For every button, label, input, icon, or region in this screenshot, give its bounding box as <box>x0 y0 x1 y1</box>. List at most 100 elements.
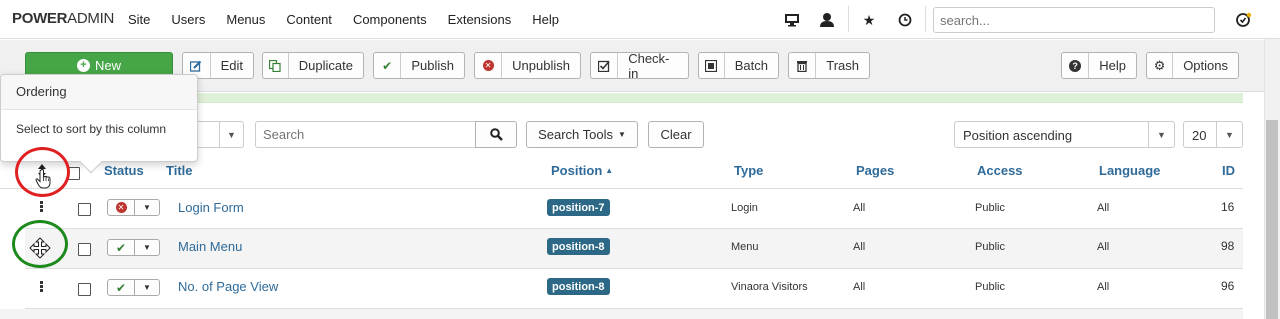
sort-asc-icon: ▲ <box>605 166 614 175</box>
brand-bold: POWER <box>12 10 68 27</box>
main-menu: Site Users Menus Content Components Exte… <box>128 12 580 27</box>
header-status[interactable]: Status <box>104 163 144 178</box>
unpublished-icon[interactable]: ✕ <box>108 200 135 215</box>
search-button[interactable] <box>475 121 517 148</box>
header-access[interactable]: Access <box>977 163 1023 178</box>
top-navbar: POWERADMIN Site Users Menus Content Comp… <box>0 0 1280 39</box>
clear-button[interactable]: Clear <box>648 121 704 148</box>
brand-thin: ADMIN <box>67 10 115 27</box>
tooltip-body: Select to sort by this column <box>16 122 167 136</box>
annotation-circle-red <box>15 147 70 197</box>
brand-logo[interactable]: POWERADMIN <box>12 10 114 27</box>
table-row: ✔ ▼ Main Menu position-8 Menu All Public… <box>25 229 1243 269</box>
published-icon[interactable]: ✔ <box>108 240 135 255</box>
sort-order-value: Position ascending <box>963 128 1073 143</box>
duplicate-button[interactable]: Duplicate <box>262 52 364 79</box>
caret-down-icon[interactable]: ▼ <box>135 240 159 255</box>
menu-item-content[interactable]: Content <box>286 12 332 27</box>
trash-button-label: Trash <box>826 58 859 73</box>
menu-item-users[interactable]: Users <box>171 12 205 27</box>
header-position[interactable]: Position ▲ <box>551 163 613 178</box>
options-button-label: Options <box>1183 58 1228 73</box>
clear-button-label: Clear <box>660 127 692 142</box>
unpublish-button-label: Unpublish <box>512 58 570 73</box>
check-in-button[interactable]: Check-in <box>590 51 689 81</box>
menu-item-menus[interactable]: Menus <box>226 12 265 27</box>
unpublish-button[interactable]: ✕ Unpublish <box>474 52 581 79</box>
caret-down-icon: ▼ <box>1216 122 1242 147</box>
type-cell: Vinaora Visitors <box>731 281 808 293</box>
checkbox-icon <box>591 53 619 78</box>
access-cell: Public <box>975 202 1005 214</box>
menu-item-help[interactable]: Help <box>532 12 559 27</box>
row-checkbox[interactable] <box>78 243 91 256</box>
help-button[interactable]: ? Help <box>1061 52 1137 79</box>
publish-button[interactable]: ✔ Publish <box>373 52 465 79</box>
id-cell: 96 <box>1221 279 1235 293</box>
check-icon: ✔ <box>374 53 402 78</box>
type-cell: Login <box>731 202 758 214</box>
menu-item-site[interactable]: Site <box>128 12 150 27</box>
search-tools-label: Search Tools <box>538 127 613 142</box>
row-checkbox[interactable] <box>78 283 91 296</box>
page-scrollbar-thumb[interactable] <box>1266 120 1278 319</box>
row-checkbox[interactable] <box>78 203 91 216</box>
star-icon[interactable]: ★ <box>859 10 879 30</box>
id-cell: 98 <box>1221 239 1235 253</box>
caret-down-icon: ▼ <box>618 130 626 139</box>
caret-down-icon: ▼ <box>1148 122 1174 147</box>
clock-icon[interactable] <box>895 10 915 30</box>
header-pages[interactable]: Pages <box>856 163 894 178</box>
search-tools-button[interactable]: Search Tools ▼ <box>526 121 638 148</box>
header-position-label: Position <box>551 163 603 178</box>
status-toggle[interactable]: ✕ ▼ <box>107 199 160 216</box>
access-cell: Public <box>975 241 1005 253</box>
table-row-partial <box>0 309 1243 319</box>
language-cell: All <box>1097 281 1110 293</box>
user-icon[interactable] <box>817 10 837 30</box>
position-badge: position-8 <box>547 278 610 295</box>
table-row: ✔ ▼ No. of Page View position-8 Vinaora … <box>25 269 1243 309</box>
edit-button-label: Edit <box>220 58 243 73</box>
module-title-link[interactable]: Main Menu <box>178 239 242 254</box>
language-cell: All <box>1097 241 1110 253</box>
help-button-label: Help <box>1099 58 1126 73</box>
tooltip-title: Ordering <box>1 75 197 110</box>
notification-icon[interactable] <box>1234 10 1254 30</box>
list-limit-select[interactable]: 20 ▼ <box>1183 121 1243 148</box>
published-icon[interactable]: ✔ <box>108 280 135 295</box>
header-type[interactable]: Type <box>734 163 763 178</box>
batch-button[interactable]: Batch <box>698 52 779 79</box>
menu-item-components[interactable]: Components <box>353 12 427 27</box>
module-title-link[interactable]: Login Form <box>178 200 244 215</box>
status-toggle[interactable]: ✔ ▼ <box>107 279 160 296</box>
trash-button[interactable]: Trash <box>788 52 870 79</box>
header-language[interactable]: Language <box>1099 163 1160 178</box>
header-title[interactable]: Title <box>166 163 193 178</box>
sort-order-select[interactable]: Position ascending ▼ <box>954 121 1175 148</box>
options-button[interactable]: ⚙ Options <box>1146 52 1239 79</box>
language-cell: All <box>1097 202 1110 214</box>
system-message-bar <box>190 93 1243 103</box>
publish-button-label: Publish <box>411 58 454 73</box>
caret-down-icon[interactable]: ▼ <box>135 200 159 215</box>
nav-separator <box>925 6 926 32</box>
new-button-label: New <box>94 58 121 73</box>
id-cell: 16 <box>1221 200 1235 214</box>
caret-down-icon[interactable]: ▼ <box>135 280 159 295</box>
monitor-icon[interactable] <box>782 10 802 30</box>
search-input[interactable] <box>255 121 476 148</box>
pages-cell: All <box>853 202 866 214</box>
global-search-input[interactable] <box>933 7 1215 33</box>
status-toggle[interactable]: ✔ ▼ <box>107 239 160 256</box>
unpublish-icon: ✕ <box>475 53 503 78</box>
position-badge: position-7 <box>547 199 610 216</box>
drag-handle-icon[interactable] <box>40 281 44 293</box>
caret-down-icon: ▼ <box>219 122 243 147</box>
header-id[interactable]: ID <box>1222 163 1235 178</box>
search-icon <box>489 128 503 141</box>
drag-handle-icon[interactable] <box>40 201 44 213</box>
module-title-link[interactable]: No. of Page View <box>178 279 278 294</box>
filter-select[interactable]: ▼ <box>190 121 244 148</box>
menu-item-extensions[interactable]: Extensions <box>448 12 512 27</box>
